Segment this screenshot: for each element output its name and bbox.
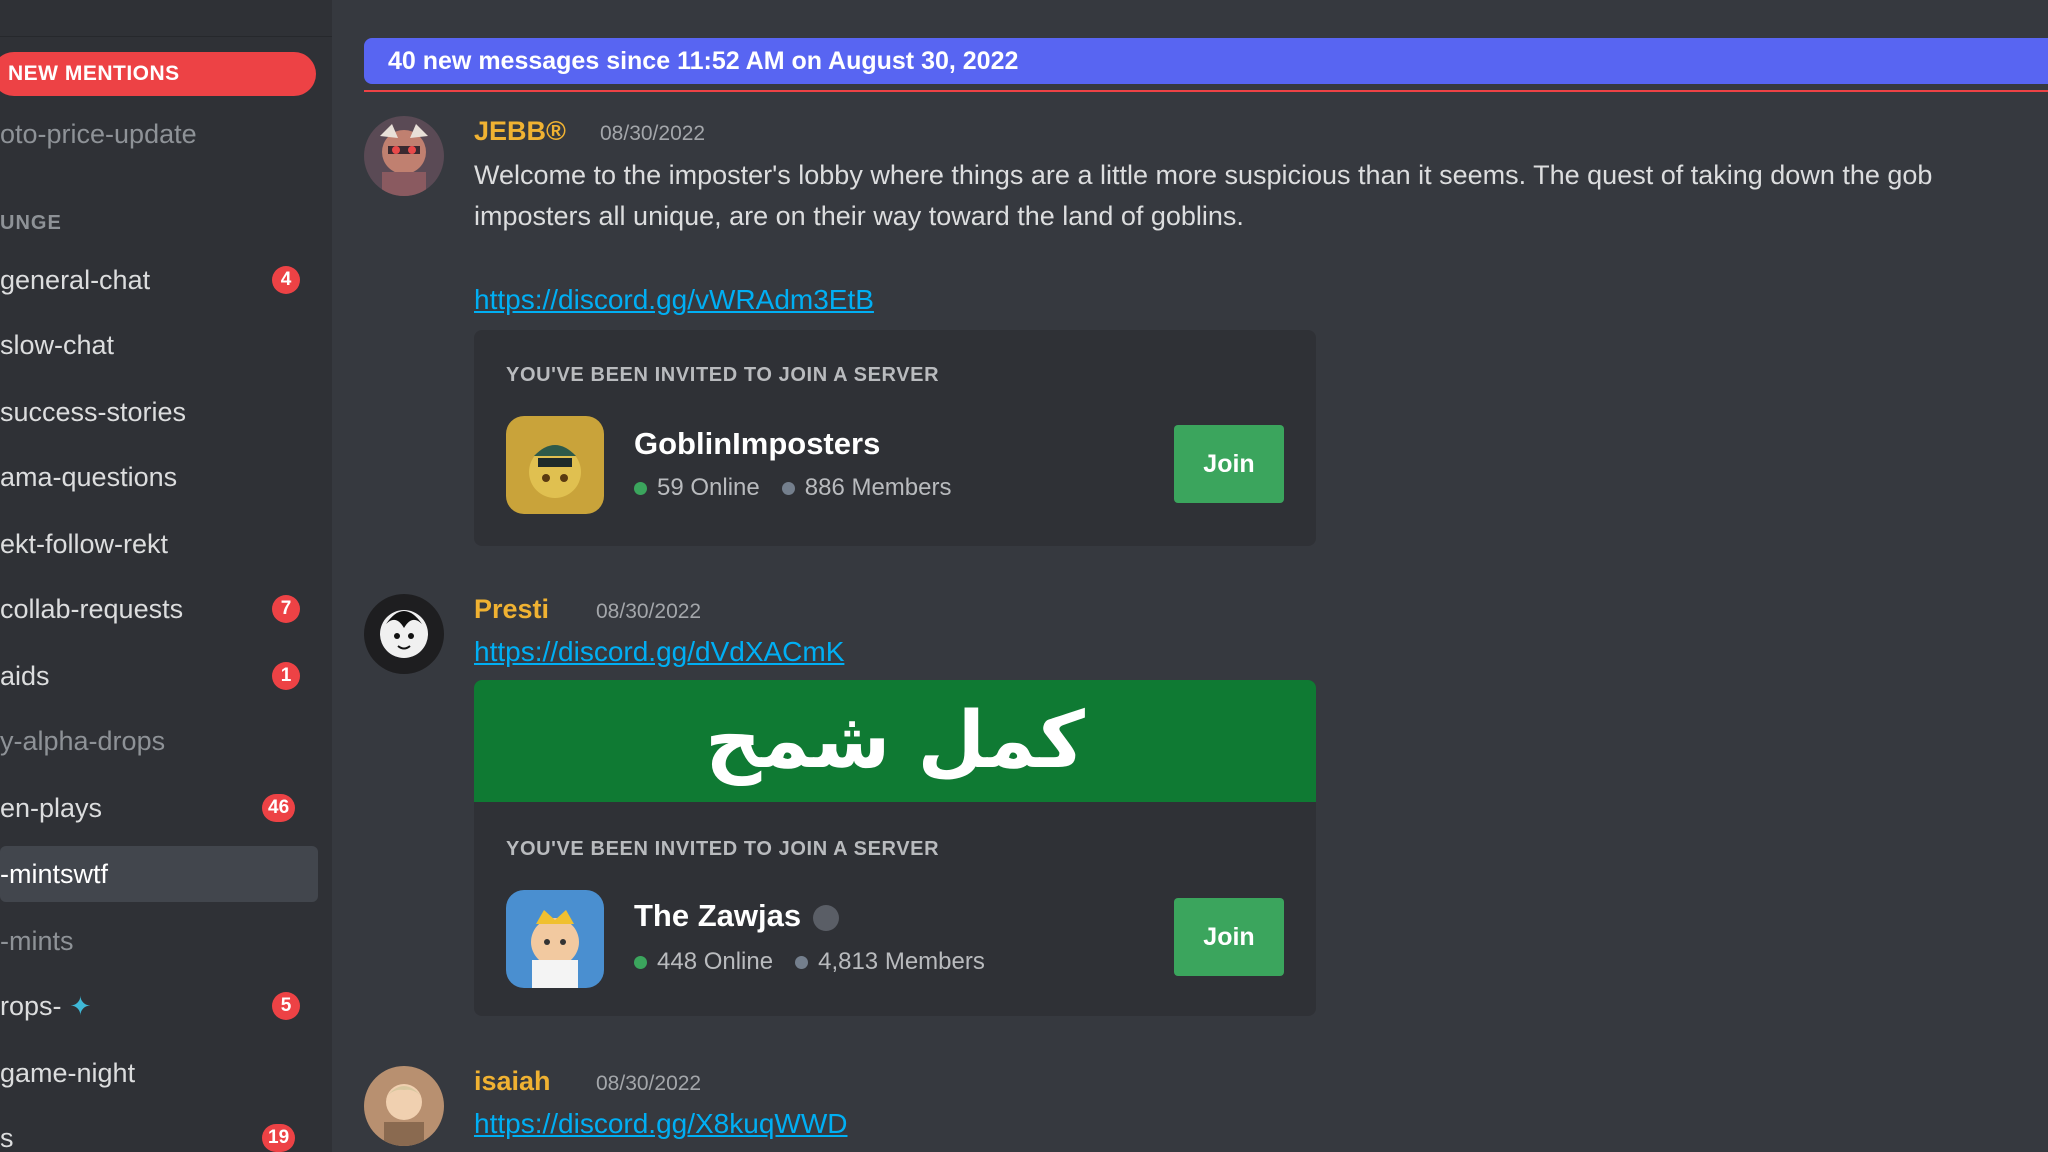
- avatar[interactable]: [364, 1066, 444, 1146]
- channel-name: aids: [0, 660, 50, 691]
- sidebar-item-general-chat[interactable]: general-chat 4: [0, 252, 318, 308]
- timestamp: 08/30/2022: [600, 122, 706, 145]
- channel-name: collab-requests: [0, 593, 184, 624]
- members-dot-icon: [795, 955, 809, 969]
- sidebar-item-alpha-drops[interactable]: y-alpha-drops: [0, 713, 318, 769]
- channel-name: game-night: [0, 1057, 136, 1088]
- channel-name-text: rops-: [0, 990, 62, 1021]
- sidebar-item-mintswtf-selected[interactable]: -mintswtf: [0, 846, 318, 902]
- timestamp: 08/30/2022: [596, 600, 702, 623]
- sidebar-item-last[interactable]: s 19: [0, 1110, 318, 1152]
- sidebar-item-ama-questions[interactable]: ama-questions: [0, 449, 318, 505]
- channel-name: ekt-follow-rekt: [0, 528, 169, 559]
- join-server-button[interactable]: Join: [1174, 898, 1284, 976]
- avatar[interactable]: [364, 116, 444, 196]
- channel-name: en-plays: [0, 792, 103, 823]
- join-server-button[interactable]: Join: [1174, 425, 1284, 503]
- sidebar-item-mints[interactable]: -mints: [0, 913, 318, 969]
- avatar[interactable]: [364, 594, 444, 674]
- server-name-row: The Zawjas: [634, 898, 840, 934]
- avatar-image-jebb: [364, 116, 444, 196]
- server-invite-card: YOU'VE BEEN INVITED TO JOIN A SERVER Gob…: [474, 330, 1316, 546]
- sidebar-item-slow-chat[interactable]: slow-chat: [0, 317, 318, 373]
- channel-name: slow-chat: [0, 329, 115, 360]
- online-dot-icon: [634, 481, 647, 495]
- invite-link[interactable]: https://discord.gg/X8kuqWWD: [474, 1108, 847, 1140]
- unread-badge: 4: [272, 266, 300, 294]
- avatar-image-isaiah: [364, 1066, 444, 1146]
- avatar-image-presti: [364, 594, 444, 674]
- username[interactable]: JEBB®: [474, 116, 566, 147]
- sidebar-item-rekt-follow-rekt[interactable]: ekt-follow-rekt: [0, 516, 318, 572]
- channel-name: -mintswtf: [0, 858, 108, 889]
- channel-name: ama-questions: [0, 461, 178, 492]
- members-dot-icon: [781, 481, 795, 495]
- server-name: GoblinImposters: [634, 426, 881, 461]
- invite-header: YOU'VE BEEN INVITED TO JOIN A SERVER: [506, 364, 940, 386]
- channel-name: s: [0, 1122, 14, 1152]
- invite-header: YOU'VE BEEN INVITED TO JOIN A SERVER: [506, 838, 940, 860]
- member-count: 886 Members: [804, 474, 952, 501]
- username[interactable]: Presti: [474, 594, 549, 625]
- sidebar-top-strip: [0, 0, 332, 37]
- sidebar-item-collab-requests[interactable]: collab-requests 7: [0, 581, 318, 637]
- channel-name: oto-price-update: [0, 118, 197, 149]
- channel-sidebar: NEW MENTIONS oto-price-update UNGE gener…: [0, 0, 332, 1152]
- chat-area: 40 new messages since 11:52 AM on August…: [332, 0, 2048, 1152]
- sidebar-item-price-update[interactable]: oto-price-update: [0, 106, 318, 162]
- message-text-line: Welcome to the imposter's lobby where th…: [474, 160, 1933, 190]
- server-stats: 448 Online 4,813 Members: [634, 948, 985, 976]
- online-count: 59 Online: [657, 474, 760, 501]
- invite-link[interactable]: https://discord.gg/vWRAdm3EtB: [474, 284, 874, 316]
- channel-name: -mints: [0, 925, 74, 956]
- server-banner: كمل شمح: [474, 680, 1316, 802]
- unread-badge: 7: [272, 595, 300, 623]
- channel-name: rops- ✦: [0, 991, 91, 1022]
- server-icon[interactable]: [506, 416, 604, 514]
- online-dot-icon: [634, 955, 647, 969]
- channel-name: general-chat: [0, 264, 151, 295]
- sidebar-item-raids[interactable]: aids 1: [0, 648, 318, 704]
- timestamp: 08/30/2022: [596, 1072, 702, 1095]
- server-name: The Zawjas: [634, 898, 802, 933]
- verified-badge-icon: [813, 904, 840, 931]
- unread-badge: 5: [272, 992, 300, 1020]
- new-messages-banner[interactable]: 40 new messages since 11:52 AM on August…: [364, 38, 2048, 84]
- username[interactable]: isaiah: [474, 1066, 551, 1097]
- invite-link[interactable]: https://discord.gg/dVdXACmK: [474, 636, 844, 668]
- member-count: 4,813 Members: [818, 948, 985, 975]
- sidebar-item-game-night[interactable]: game-night: [0, 1045, 318, 1101]
- diamond-gem-icon: ✦: [69, 990, 92, 1021]
- online-count: 448 Online: [657, 948, 774, 975]
- unread-badge: 1: [272, 662, 300, 690]
- category-header[interactable]: UNGE: [0, 212, 62, 235]
- server-stats: 59 Online 886 Members: [634, 474, 951, 502]
- unread-badge: 19: [262, 1124, 296, 1152]
- sidebar-item-drops[interactable]: rops- ✦ 5: [0, 978, 318, 1034]
- new-mentions-pill[interactable]: NEW MENTIONS: [0, 52, 316, 96]
- message-text-line: imposters all unique, are on their way t…: [474, 201, 1244, 231]
- sidebar-item-plays[interactable]: en-plays 46: [0, 780, 318, 836]
- server-invite-card: كمل شمح YOU'VE BEEN INVITED TO JOIN A SE…: [474, 680, 1316, 1016]
- server-icon[interactable]: [506, 890, 604, 988]
- zawjas-server-icon: [506, 890, 604, 988]
- server-banner-text: كمل شمح: [705, 696, 1085, 786]
- channel-name: y-alpha-drops: [0, 725, 166, 756]
- goblin-server-icon: [506, 416, 604, 514]
- channel-name: success-stories: [0, 396, 187, 427]
- unread-badge: 46: [262, 794, 296, 822]
- sidebar-item-success-stories[interactable]: success-stories: [0, 384, 318, 440]
- new-messages-divider: [364, 90, 2048, 92]
